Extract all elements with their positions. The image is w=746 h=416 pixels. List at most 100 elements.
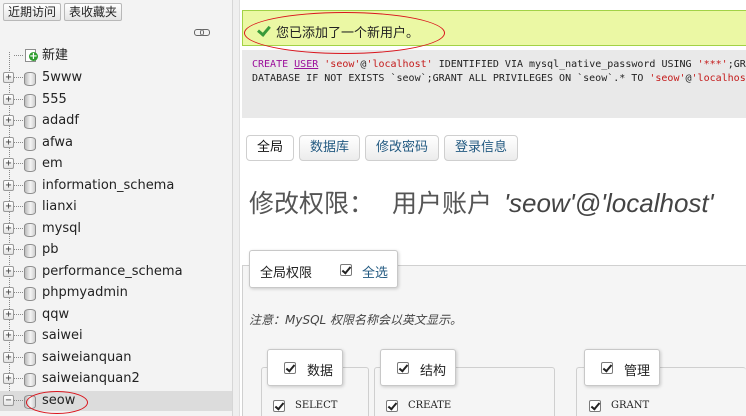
select-all-checkbox[interactable] (340, 264, 352, 276)
database-name[interactable]: seow (42, 392, 75, 410)
database-name[interactable]: information_schema (42, 177, 174, 195)
tree-item-database[interactable]: + phpmyadmin (0, 283, 232, 303)
tree-item-database[interactable]: + saiweianquan (0, 348, 232, 368)
tree-item-database[interactable]: − seow (0, 390, 232, 411)
tree-connector (14, 227, 23, 229)
tree-item-database[interactable]: + lianxi (0, 197, 232, 217)
tree-item-database[interactable]: + qqw (0, 305, 232, 325)
database-name[interactable]: performance_schema (42, 263, 183, 281)
tree-connector (14, 163, 23, 164)
priv-select-label: SELECT (295, 400, 338, 411)
tree-item-label[interactable]: 新建 (42, 47, 68, 65)
expand-icon[interactable]: + (3, 308, 14, 320)
tree-connector (14, 356, 23, 358)
navigation-panel: 近期访问 表收藏夹 新建 +5www+555+adadf+afwa+em+inf… (0, 0, 233, 416)
link-chain-icon[interactable] (194, 26, 210, 38)
privilege-note: 注意：MySQL 权限名称会以英文显示。 (249, 313, 463, 327)
database-icon (23, 308, 36, 323)
expand-icon[interactable]: + (3, 287, 14, 298)
priv-grant-label: GRANT (611, 400, 650, 411)
tree-item-database[interactable]: + information_schema (0, 176, 232, 196)
group-admin-label: 管理 (624, 364, 651, 379)
group-structure-checkbox[interactable] (397, 362, 409, 374)
tree-connector (14, 98, 23, 100)
group-data-checkbox[interactable] (284, 362, 296, 374)
database-name[interactable]: adadf (42, 112, 79, 130)
database-icon (23, 265, 36, 280)
select-all-label[interactable]: 全选 (362, 262, 388, 281)
expand-icon[interactable]: + (3, 330, 14, 341)
collapse-icon[interactable]: − (3, 394, 14, 406)
database-name[interactable]: phpmyadmin (42, 284, 128, 302)
tree-connector (14, 378, 23, 379)
tree-connector (14, 335, 23, 336)
database-name[interactable]: saiweianquan2 (42, 370, 140, 388)
database-icon (23, 394, 36, 409)
database-icon (23, 179, 36, 194)
expand-icon[interactable]: + (3, 136, 14, 148)
tree-item-database[interactable]: +5www (0, 68, 232, 88)
priv-select-checkbox[interactable] (273, 400, 285, 412)
database-name[interactable]: lianxi (42, 198, 77, 216)
tree-item-database[interactable]: + saiwei (0, 326, 232, 346)
expand-icon[interactable]: + (3, 93, 14, 105)
expand-icon[interactable]: + (3, 265, 14, 277)
tree-item-new[interactable]: 新建 (0, 46, 232, 66)
tree-item-database[interactable]: +555 (0, 90, 232, 110)
group-data-label: 数据 (307, 364, 334, 379)
database-icon (23, 244, 36, 258)
tree-item-database[interactable]: + saiweianquan2 (0, 369, 232, 389)
privileges-section: 全局权限 全选 注意：MySQL 权限名称会以英文显示。 数据 结构 管理 SE… (233, 0, 746, 416)
group-admin-checkbox[interactable] (601, 362, 613, 374)
tree-item-database[interactable]: + adadf (0, 111, 232, 131)
tree-connector (14, 292, 23, 293)
tree-connector (14, 120, 23, 121)
expand-icon[interactable]: + (3, 351, 14, 363)
group-legend-data: 数据 (267, 349, 343, 386)
database-name[interactable]: saiweianquan (42, 349, 132, 367)
priv-grant-checkbox[interactable] (589, 400, 601, 412)
tree-connector (14, 184, 23, 186)
database-name[interactable]: pb (42, 241, 59, 259)
tree-item-database[interactable]: + em (0, 154, 232, 174)
database-name[interactable]: 555 (42, 91, 67, 109)
new-database-icon (23, 49, 38, 63)
tree-item-database[interactable]: + afwa (0, 133, 232, 153)
priv-create-checkbox[interactable] (386, 400, 398, 412)
expand-icon[interactable]: + (3, 158, 14, 169)
global-privileges-legend: 全局权限 全选 (249, 250, 398, 288)
database-icon (23, 158, 36, 172)
tree-connector (14, 313, 23, 315)
tab-recent[interactable]: 近期访问 (3, 3, 62, 21)
expand-icon[interactable]: + (3, 373, 14, 384)
database-name[interactable]: 5www (42, 69, 82, 87)
nav-tabs: 近期访问 表收藏夹 (3, 3, 123, 21)
expand-icon[interactable]: + (3, 115, 14, 126)
tree-connector (14, 399, 23, 401)
database-name[interactable]: afwa (42, 134, 73, 152)
expand-icon[interactable]: + (3, 222, 14, 234)
expand-icon[interactable]: + (3, 179, 14, 191)
database-name[interactable]: mysql (42, 220, 81, 238)
expand-icon[interactable]: + (3, 201, 14, 212)
tree-item-database[interactable]: + pb (0, 240, 232, 260)
expand-icon[interactable]: + (3, 244, 14, 255)
tree-connector (14, 206, 23, 207)
tab-favorites[interactable]: 表收藏夹 (64, 3, 123, 21)
tree-item-database[interactable]: + mysql (0, 219, 232, 239)
database-name[interactable]: qqw (42, 306, 69, 324)
database-icon (23, 72, 36, 86)
tree-item-database[interactable]: + performance_schema (0, 262, 232, 282)
database-icon (23, 373, 36, 387)
database-icon (23, 351, 36, 366)
database-icon (23, 93, 36, 108)
database-name[interactable]: saiwei (42, 327, 83, 345)
tree-connector (14, 270, 23, 272)
group-legend-admin: 管理 (584, 349, 660, 386)
database-icon (23, 330, 36, 344)
database-icon (23, 201, 36, 215)
database-name[interactable]: em (42, 155, 63, 173)
group-structure-label: 结构 (420, 364, 447, 379)
expand-icon[interactable]: + (3, 72, 14, 83)
priv-create-label: CREATE (408, 400, 452, 411)
